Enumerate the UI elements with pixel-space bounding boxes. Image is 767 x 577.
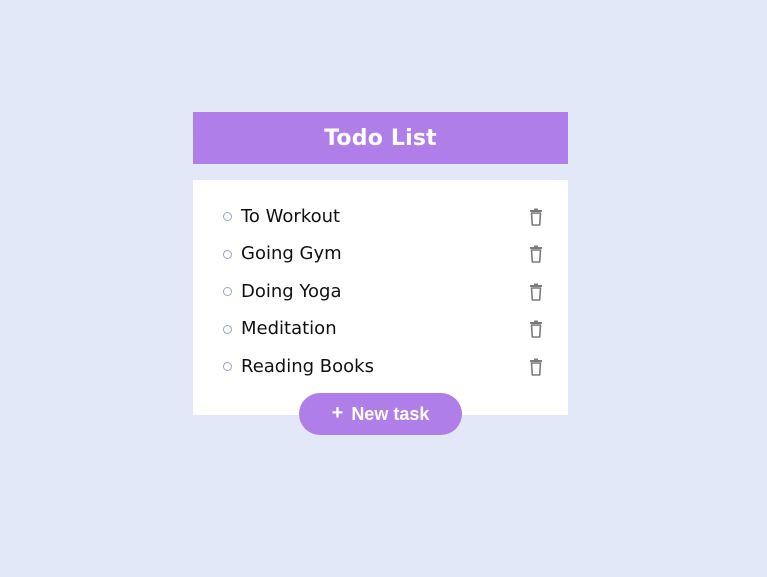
list-item-left: Doing Yoga: [223, 280, 342, 302]
todo-app: Todo List To Workout Going Gym Doing Yog…: [193, 112, 568, 435]
task-label: Reading Books: [241, 355, 374, 377]
list-item: Doing Yoga: [223, 273, 544, 311]
radio-icon[interactable]: [223, 212, 232, 222]
list-item-left: Meditation: [223, 320, 337, 338]
task-label: To Workout: [241, 205, 341, 227]
list-item-left: Reading Books: [223, 355, 374, 377]
list-item: To Workout: [223, 198, 544, 236]
task-label: Doing Yoga: [241, 280, 342, 302]
list-item-left: To Workout: [223, 205, 341, 227]
task-label: Meditation: [241, 318, 337, 340]
app-header: Todo List: [193, 112, 568, 164]
radio-icon[interactable]: [223, 362, 232, 372]
trash-icon[interactable]: [528, 208, 544, 226]
page-title: Todo List: [324, 125, 437, 151]
new-task-label: New task: [351, 403, 430, 424]
trash-icon[interactable]: [528, 283, 544, 301]
task-label: Going Gym: [241, 243, 342, 265]
radio-icon[interactable]: [223, 249, 232, 259]
todo-card: To Workout Going Gym Doing Yoga Meditati…: [193, 180, 568, 435]
plus-icon: +: [331, 402, 344, 424]
todo-list: To Workout Going Gym Doing Yoga Meditati…: [223, 198, 544, 386]
list-item: Going Gym: [223, 236, 544, 274]
radio-icon[interactable]: [223, 287, 232, 297]
trash-icon[interactable]: [528, 358, 544, 376]
list-item-left: Going Gym: [223, 245, 342, 263]
trash-icon[interactable]: [528, 320, 544, 339]
radio-icon[interactable]: [223, 324, 232, 334]
trash-icon[interactable]: [528, 245, 544, 264]
new-task-button[interactable]: + New task: [299, 393, 462, 435]
list-item: Reading Books: [223, 348, 544, 386]
list-item: Meditation: [223, 311, 544, 349]
